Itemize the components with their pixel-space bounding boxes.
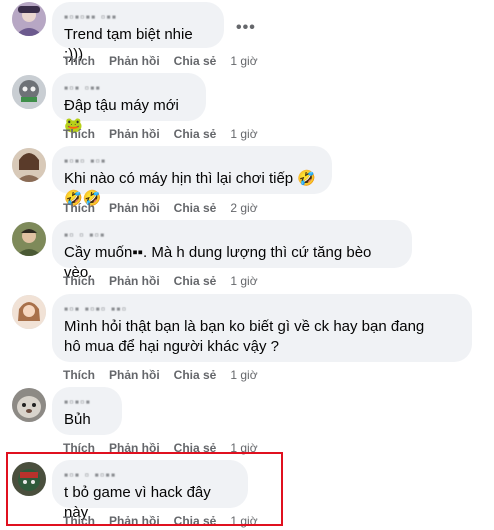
comment-actions: Thích Phản hồi Chia sẻ 1 giờ [63,273,272,289]
avatar[interactable] [12,148,46,182]
share-button[interactable]: Chia sẻ [174,368,217,382]
share-button[interactable]: Chia sẻ [174,274,217,288]
avatar[interactable] [12,295,46,329]
comment-bubble: ▪▫▪ ▪▫▪▫ ▪▪▫ Mình hỏi thật bạn là bạn ko… [52,294,472,362]
highlight-box [6,452,283,526]
comment-text: Mình hỏi thật bạn là bạn ko biết gì về c… [64,318,425,355]
like-button[interactable]: Thích [63,368,95,382]
reply-button[interactable]: Phản hồi [109,54,160,68]
comment-actions: Thích Phản hồi Chia sẻ 1 giờ [63,367,272,383]
comment-author[interactable]: ▪▫▪ ▫▪▪ [64,80,194,96]
comment-bubble: ▪▫▪▫ ▪▫▪ Khi nào có máy hịn thì lại chơi… [52,146,332,207]
like-button[interactable]: Thích [63,274,95,288]
comment-timestamp[interactable]: 1 giờ [230,274,257,288]
comment-timestamp[interactable]: 1 giờ [230,368,257,382]
reply-button[interactable]: Phản hồi [109,368,160,382]
comment-author[interactable]: ▪▫▪▫ ▪▫▪ [64,153,320,169]
avatar[interactable] [12,75,46,109]
comment-author[interactable]: ▪▫▪▫▪ [64,394,110,410]
comment-actions: Thích Phản hồi Chia sẻ 1 giờ [63,126,272,142]
like-button[interactable]: Thích [63,54,95,68]
comment-timestamp[interactable]: 2 giờ [230,201,257,215]
like-button[interactable]: Thích [63,127,95,141]
avatar[interactable] [12,388,46,422]
comment-bubble: ▪▫▪▫▪▪ ▫▪▪ Trend tạm biệt nhie :))) [52,2,224,63]
share-button[interactable]: Chia sẻ [174,54,217,68]
comment-actions: Thích Phản hồi Chia sẻ 1 giờ [63,53,272,69]
comment-bubble: ▪▫ ▫ ▪▫▪ Cầy muốn▪▪. Mà h dung lượng thì… [52,220,412,281]
share-button[interactable]: Chia sẻ [174,127,217,141]
share-button[interactable]: Chia sẻ [174,201,217,215]
comment-text: Bủh [64,411,91,428]
comment-actions: Thích Phản hồi Chia sẻ 2 giờ [63,200,272,216]
comment-timestamp[interactable]: 1 giờ [230,127,257,141]
comment-bubble: ▪▫▪▫▪ Bủh [52,387,122,435]
like-button[interactable]: Thích [63,201,95,215]
more-options-icon[interactable]: ••• [236,19,256,37]
comment-timestamp[interactable]: 1 giờ [230,54,257,68]
avatar[interactable] [12,2,46,36]
comment-author[interactable]: ▪▫▪ ▪▫▪▫ ▪▪▫ [64,301,460,317]
reply-button[interactable]: Phản hồi [109,201,160,215]
reply-button[interactable]: Phản hồi [109,127,160,141]
comment-author[interactable]: ▪▫ ▫ ▪▫▪ [64,227,400,243]
reply-button[interactable]: Phản hồi [109,274,160,288]
comment-bubble: ▪▫▪ ▫▪▪ Đập tậu máy mới 🐸 [52,73,206,134]
comment-author[interactable]: ▪▫▪▫▪▪ ▫▪▪ [64,9,212,25]
avatar[interactable] [12,222,46,256]
